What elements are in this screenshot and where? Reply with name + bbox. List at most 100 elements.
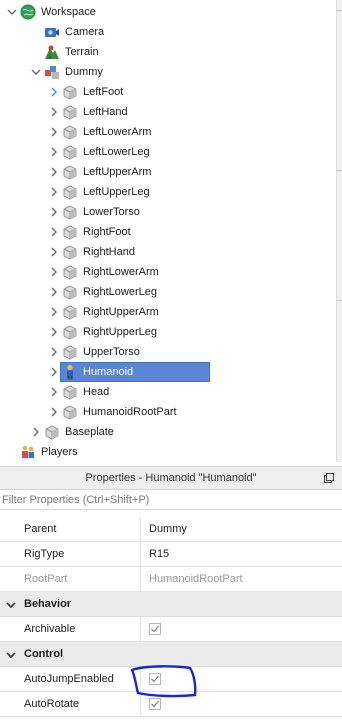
tree-item-label: RightUpperLeg [83,326,157,338]
chevron-right-icon[interactable] [48,366,60,378]
tree-item-uppertorso[interactable]: UpperTorso [0,342,336,362]
humanoid-icon [67,365,73,380]
chevron-right-icon[interactable] [48,306,60,318]
tree-item-label: Head [83,386,110,398]
chevron-right-icon[interactable] [48,266,60,278]
tree-item-label: Humanoid [83,366,134,378]
tree-item-label: LeftFoot [83,86,124,98]
players-icon [22,445,34,458]
tree-item-label: Players [41,446,78,458]
chevron-right-icon[interactable] [48,406,60,418]
chevron-down-icon[interactable] [6,650,16,660]
chevron-right-icon[interactable] [48,346,60,358]
tree-item-humanoid[interactable]: Humanoid [0,362,336,382]
chevron-right-icon[interactable] [48,386,60,398]
chevron-right-icon[interactable] [48,326,60,338]
property-name: RootPart [24,573,68,585]
column-divider[interactable] [140,692,141,716]
part-icon [63,205,77,220]
chevron-right-icon[interactable] [48,186,60,198]
tree-item-rightfoot[interactable]: RightFoot [0,222,336,242]
tree-item-leftlowerleg[interactable]: LeftLowerLeg [0,142,336,162]
chevron-right-icon[interactable] [48,106,60,118]
chevron-right-icon[interactable] [48,86,60,98]
chevron-right-icon[interactable] [48,246,60,258]
tree-item-label: LeftLowerArm [83,126,152,138]
category-behavior[interactable]: Behavior [0,592,342,617]
tree-item-terrain[interactable]: Terrain [0,42,336,62]
property-parent[interactable]: Parent Dummy [0,517,342,542]
chevron-right-icon[interactable] [48,146,60,158]
properties-title: Properties - Humanoid "Humanoid" [85,472,257,484]
tree-item-humanoidrootpart[interactable]: HumanoidRootPart [0,402,336,422]
property-rigtype[interactable]: RigType R15 [0,542,342,567]
tree-item-lowertorso[interactable]: LowerTorso [0,202,336,222]
chevron-right-icon[interactable] [48,126,60,138]
tree-item-players[interactable]: Players [0,442,336,462]
column-divider[interactable] [140,667,141,691]
property-rootpart[interactable]: RootPart HumanoidRootPart [0,567,342,592]
column-divider[interactable] [140,517,141,541]
chevron-right-icon[interactable] [48,286,60,298]
properties-titlebar: Properties - Humanoid "Humanoid" [0,466,342,490]
tree-item-rightlowerarm[interactable]: RightLowerArm [0,262,336,282]
property-value[interactable]: R15 [149,548,169,560]
tree-item-rightlowerleg[interactable]: RightLowerLeg [0,282,336,302]
tree-item-leftupperleg[interactable]: LeftUpperLeg [0,182,336,202]
tree-item-lefthand[interactable]: LeftHand [0,102,336,122]
property-checkbox[interactable] [149,673,161,685]
tree-item-label: Dummy [65,66,103,78]
property-name: AutoJumpEnabled [24,673,114,685]
property-autorotate[interactable]: AutoRotate [0,692,342,717]
tree-item-righthand[interactable]: RightHand [0,242,336,262]
chevron-right-icon[interactable] [48,226,60,238]
filter-properties-input[interactable] [2,492,332,508]
tree-item-rightupperleg[interactable]: RightUpperLeg [0,322,336,342]
part-icon [63,105,77,120]
tree-item-label: RightUpperArm [83,306,159,318]
tree-item-rightupperarm[interactable]: RightUpperArm [0,302,336,322]
chevron-right-icon[interactable] [48,206,60,218]
checkmark-icon [151,625,160,633]
tree-item-leftupperarm[interactable]: LeftUpperArm [0,162,336,182]
property-name: Archivable [24,623,76,635]
tree-item-label: RightLowerArm [83,266,159,278]
camera-icon [45,28,59,37]
tree-item-label: Terrain [65,46,99,58]
property-value[interactable]: HumanoidRootPart [149,573,243,585]
property-checkbox[interactable] [149,698,161,710]
column-divider[interactable] [140,542,141,566]
property-name: Parent [24,523,57,535]
filter-bar [0,490,342,510]
part-icon [45,425,59,440]
chevron-down-icon[interactable] [6,6,18,18]
tree-item-label: Workspace [41,6,96,18]
tree-item-camera[interactable]: Camera [0,22,336,42]
chevron-down-icon[interactable] [30,66,42,78]
property-value[interactable]: Dummy [149,523,187,535]
column-divider[interactable] [140,567,141,591]
checkmark-icon [151,675,160,683]
tree-item-baseplate[interactable]: Baseplate [0,422,336,442]
part-icon [63,125,77,140]
explorer-scrollbar[interactable] [336,0,342,462]
part-icon [63,185,77,200]
column-divider[interactable] [140,617,141,641]
property-checkbox[interactable] [149,623,161,635]
dock-icon[interactable] [324,473,334,483]
terrain-icon [45,45,59,59]
property-autojumpenabled[interactable]: AutoJumpEnabled [0,667,342,692]
tree-item-dummy[interactable]: Dummy [0,62,336,82]
tree-item-workspace[interactable]: Workspace [0,2,336,22]
category-control[interactable]: Control [0,642,342,667]
tree-item-leftlowerarm[interactable]: LeftLowerArm [0,122,336,142]
chevron-down-icon[interactable] [6,600,16,610]
part-icon [63,145,77,160]
chevron-right-icon[interactable] [30,426,42,438]
tree-item-head[interactable]: Head [0,382,336,402]
chevron-right-icon[interactable] [48,166,60,178]
tree-item-label: LeftLowerLeg [83,146,150,158]
property-archivable[interactable]: Archivable [0,617,342,642]
tree-item-label: LeftUpperArm [83,166,152,178]
tree-item-leftfoot[interactable]: LeftFoot [0,82,336,102]
